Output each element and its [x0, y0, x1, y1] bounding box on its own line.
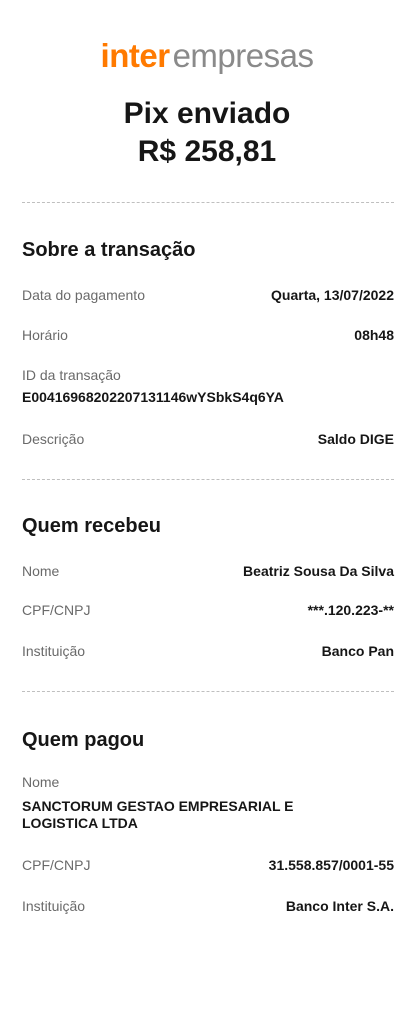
receiver-doc-label: CPF/CNPJ [22, 602, 91, 618]
description-row: Descrição Saldo DIGE [22, 429, 394, 449]
description-value: Saldo DIGE [317, 431, 394, 447]
transaction-id-value: E00416968202207131146wYSbkS4q6YA [22, 389, 284, 405]
divider [22, 202, 394, 203]
logo-suffix: empresas [172, 37, 314, 74]
time-label: Horário [22, 327, 68, 343]
payer-institution-label: Instituição [22, 898, 86, 914]
receiver-name-row: Nome Beatriz Sousa Da Silva [22, 561, 394, 581]
receiver-doc-value: ***.120.223-** [307, 602, 394, 618]
logo-brand: inter [100, 37, 171, 74]
payment-date-value: Quarta, 13/07/2022 [271, 287, 394, 303]
receiver-name-label: Nome [22, 563, 60, 579]
divider [22, 479, 394, 480]
receiver-name-value: Beatriz Sousa Da Silva [243, 563, 394, 579]
receiver-doc-row: CPF/CNPJ ***.120.223-** [22, 600, 394, 620]
payer-institution-row: Instituição Banco Inter S.A. [22, 896, 394, 916]
payer-doc-row: CPF/CNPJ 31.558.857/0001-55 [22, 855, 394, 875]
receiver-section-title: Quem recebeu [22, 515, 161, 537]
payer-name-value: SANCTORUM GESTAO EMPRESARIAL E LOGISTICA… [22, 798, 294, 831]
receiver-institution-label: Instituição [22, 643, 86, 659]
payer-doc-label: CPF/CNPJ [22, 857, 91, 873]
payer-section-title: Quem pagou [22, 729, 145, 751]
time-value: 08h48 [354, 327, 394, 343]
transaction-id-label: ID da transação [22, 367, 121, 383]
divider [22, 691, 394, 692]
receiver-institution-value: Banco Pan [321, 643, 394, 659]
payment-date-label: Data do pagamento [22, 287, 145, 303]
inter-empresas-logo: interempresas [0, 36, 414, 76]
transaction-section-title: Sobre a transação [22, 239, 196, 261]
time-row: Horário 08h48 [22, 325, 394, 345]
payer-name-label: Nome [22, 774, 60, 790]
pix-receipt: interempresas Pix enviado R$ 258,81 Sobr… [0, 0, 414, 1024]
payer-institution-value: Banco Inter S.A. [285, 898, 394, 914]
receipt-amount: R$ 258,81 [137, 135, 277, 168]
receiver-institution-row: Instituição Banco Pan [22, 641, 394, 661]
description-label: Descrição [22, 431, 85, 447]
receipt-title: Pix enviado [123, 97, 291, 130]
payment-date-row: Data do pagamento Quarta, 13/07/2022 [22, 285, 394, 305]
payer-doc-value: 31.558.857/0001-55 [268, 857, 394, 873]
